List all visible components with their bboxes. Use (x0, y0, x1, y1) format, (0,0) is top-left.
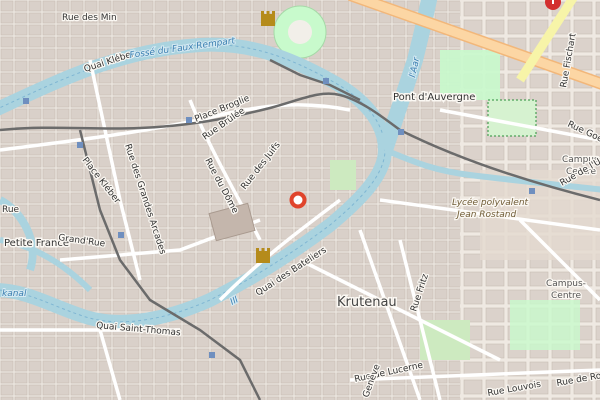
label-kanal: kanal (2, 289, 27, 299)
map-canvas[interactable]: Rue des Min Quai Kléber Fossé du Faux Re… (0, 0, 600, 400)
label-campus-centre-2b: Centre (551, 291, 582, 301)
campus-green-1 (487, 99, 537, 137)
label-campus-centre-2: Campus- (546, 279, 586, 289)
label-lycee-line1: Lycée polyvalent (452, 197, 529, 208)
park-center (288, 20, 312, 44)
label-lycee-line2: Jean Rostand (455, 210, 516, 220)
label-rue-des-mineurs: Rue des Min (62, 13, 117, 23)
map-viewport[interactable]: Rue des Min Quai Kléber Fossé du Faux Re… (0, 0, 600, 400)
label-krutenau: Krutenau (337, 295, 397, 310)
label-rue-fragment: Rue (2, 205, 20, 215)
campus-green-2 (510, 300, 580, 350)
park-small (330, 160, 356, 190)
location-ring-icon[interactable] (289, 191, 307, 209)
label-pont-auvergne: Pont d'Auvergne (393, 92, 475, 103)
castle-icon-north[interactable] (261, 11, 275, 26)
castle-icon-cathedral[interactable] (256, 248, 270, 263)
